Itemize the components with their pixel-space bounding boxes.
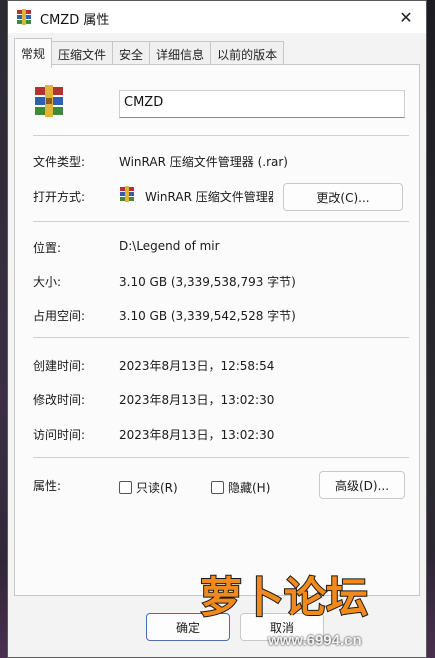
disk-size-value: 3.10 GB (3,339,542,528 字节)	[119, 309, 296, 323]
tab-archive[interactable]: 压缩文件	[51, 41, 114, 65]
created-label: 创建时间:	[33, 359, 86, 373]
divider	[33, 457, 409, 458]
winrar-app-icon	[120, 186, 134, 202]
svg-text:萝卜论坛: 萝卜论坛	[200, 573, 368, 622]
accessed-value: 2023年8月13日，13:02:30	[119, 428, 275, 442]
modified-value: 2023年8月13日，13:02:30	[119, 393, 275, 407]
change-button[interactable]: 更改(C)...	[283, 183, 403, 211]
checkbox-box[interactable]	[211, 481, 224, 494]
location-value: D:\Legend of mir	[119, 239, 220, 253]
size-value: 3.10 GB (3,339,538,793 字节)	[119, 275, 296, 289]
hidden-label: 隐藏(H)	[228, 481, 271, 495]
open-with-label: 打开方式:	[33, 190, 86, 204]
tab-details[interactable]: 详细信息	[149, 41, 212, 65]
watermark-url: www.6994.cn	[268, 632, 362, 649]
tab-bar: 常规 压缩文件 安全 详细信息 以前的版本	[14, 38, 285, 68]
disk-size-label: 占用空间:	[33, 309, 86, 323]
open-with-value: WinRAR 压缩文件管理器	[145, 190, 273, 204]
window-title: CMZD 属性	[40, 13, 110, 28]
general-panel: CMZD 文件类型: WinRAR 压缩文件管理器 (.rar) 打开方式: W…	[14, 64, 420, 596]
tab-general[interactable]: 常规	[14, 38, 53, 68]
location-label: 位置:	[33, 241, 62, 255]
winrar-icon	[17, 9, 31, 25]
divider	[33, 221, 409, 222]
checkbox-box[interactable]	[119, 481, 132, 494]
modified-label: 修改时间:	[33, 393, 86, 407]
close-button[interactable]: ✕	[386, 1, 426, 33]
watermark: 萝卜论坛 www.6994.cn	[190, 560, 430, 655]
close-icon: ✕	[399, 7, 413, 27]
winrar-file-icon	[35, 85, 63, 117]
divider	[33, 337, 409, 338]
file-type-label: 文件类型:	[33, 155, 86, 169]
attributes-label: 属性:	[33, 479, 62, 493]
tab-previous-versions[interactable]: 以前的版本	[210, 41, 285, 65]
readonly-label: 只读(R)	[136, 481, 178, 495]
hidden-checkbox[interactable]: 隐藏(H)	[211, 479, 270, 496]
advanced-button[interactable]: 高级(D)...	[319, 471, 405, 499]
created-value: 2023年8月13日，12:58:54	[119, 359, 275, 373]
size-label: 大小:	[33, 275, 62, 289]
accessed-label: 访问时间:	[33, 428, 86, 442]
file-name-input[interactable]: CMZD	[119, 90, 405, 118]
title-bar[interactable]: CMZD 属性 ✕	[8, 1, 426, 33]
file-type-value: WinRAR 压缩文件管理器 (.rar)	[119, 155, 288, 169]
divider	[33, 135, 409, 136]
tab-security[interactable]: 安全	[112, 41, 151, 65]
readonly-checkbox[interactable]: 只读(R)	[119, 479, 178, 496]
